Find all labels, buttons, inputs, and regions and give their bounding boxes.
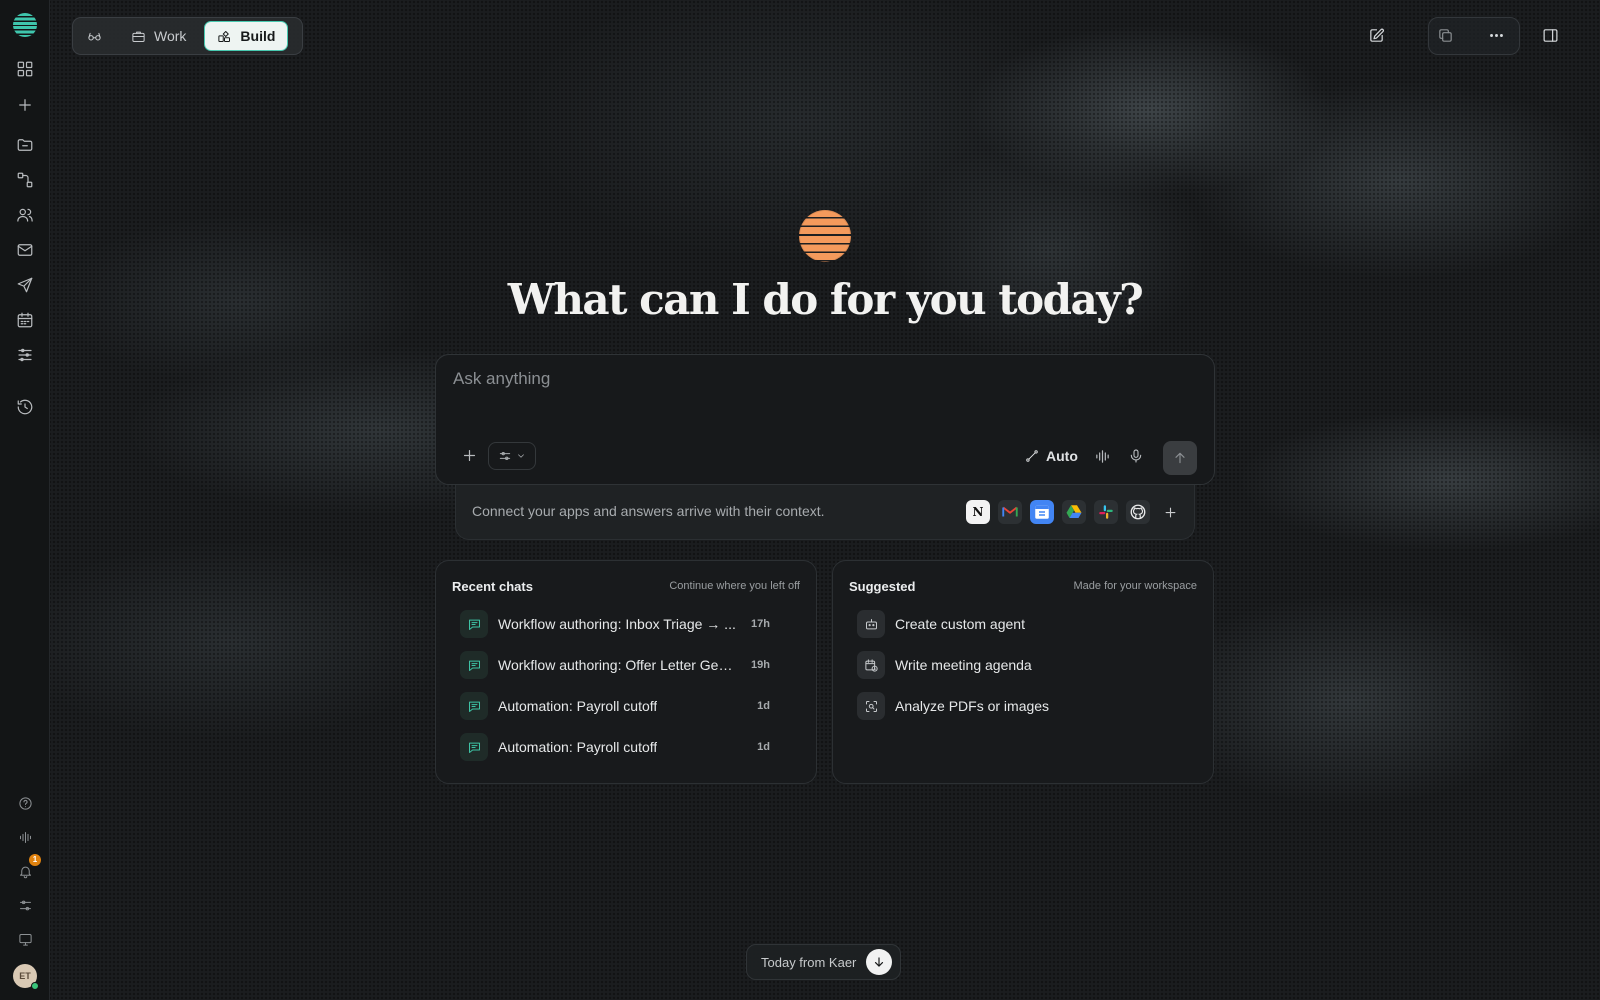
- recent-chats-title: Recent chats: [452, 579, 533, 594]
- plus-icon: [463, 449, 475, 461]
- monitor-icon[interactable]: [13, 927, 37, 951]
- assistant-globe-logo: [799, 210, 851, 262]
- recent-chat-label: Automation: Payroll cutoff: [498, 739, 658, 755]
- recent-chat-item[interactable]: Workflow authoring: Inbox Triage → ... 1…: [460, 609, 800, 639]
- attach-plus-button[interactable]: [458, 444, 480, 466]
- recent-chat-item[interactable]: Automation: Payroll cutoff 1d: [460, 732, 800, 762]
- suggested-title: Suggested: [849, 579, 916, 594]
- recent-chat-time: 1d: [757, 741, 770, 753]
- notification-badge: 1: [29, 854, 41, 866]
- chat-bubble-icon: [460, 610, 488, 638]
- mode-build[interactable]: Build: [204, 21, 289, 51]
- voice-wave-icon[interactable]: [13, 825, 37, 849]
- recent-chat-item[interactable]: Automation: Payroll cutoff 1d: [460, 691, 800, 721]
- recent-chats-subtitle: Continue where you left off: [669, 580, 800, 592]
- today-from-kaer-button[interactable]: Today from Kaer: [746, 944, 901, 980]
- chat-composer: Auto: [435, 354, 1215, 485]
- scan-icon: [857, 692, 885, 720]
- recent-chat-label: Automation: Payroll cutoff: [498, 698, 658, 714]
- chat-bubble-icon: [460, 692, 488, 720]
- chat-bubble-icon: [460, 651, 488, 679]
- google-drive-icon[interactable]: [1062, 500, 1086, 524]
- prompt-input[interactable]: [453, 369, 1193, 409]
- toggle-sidebar-icon[interactable]: [1532, 17, 1568, 53]
- suggestion-write-meeting-agenda[interactable]: Write meeting agenda: [857, 650, 1197, 680]
- connect-apps-banner: Connect your apps and answers arrive wit…: [455, 482, 1195, 540]
- robot-icon: [857, 610, 885, 638]
- tools-dropdown[interactable]: [488, 442, 536, 470]
- mode-work[interactable]: Work: [119, 21, 198, 51]
- avatar-initials: ET: [19, 971, 31, 981]
- suggested-subtitle: Made for your workspace: [1073, 580, 1198, 592]
- calendar-icon[interactable]: [13, 308, 37, 332]
- mode-switcher: Work Build: [72, 17, 303, 55]
- voice-mode-icon[interactable]: [1090, 444, 1114, 468]
- recent-chats-card: Recent chats Continue where you left off…: [435, 560, 817, 784]
- app-logo[interactable]: [13, 13, 37, 37]
- settings-sliders-icon[interactable]: [13, 893, 37, 917]
- suggestion-label: Analyze PDFs or images: [895, 698, 1050, 714]
- suggestion-analyze-pdfs-images[interactable]: Analyze PDFs or images: [857, 691, 1197, 721]
- arrow-down-icon: [866, 949, 893, 975]
- mode-work-label: Work: [154, 28, 187, 44]
- tune-icon: [499, 452, 511, 460]
- more-options-icon[interactable]: [1478, 17, 1514, 53]
- model-mode-selector[interactable]: Auto: [1025, 444, 1078, 468]
- arrow-up-icon: [1175, 452, 1185, 464]
- calendar-clock-icon: [857, 651, 885, 679]
- workflow-icon[interactable]: [13, 168, 37, 192]
- bell-icon[interactable]: 1: [13, 854, 41, 883]
- compose-edit-icon[interactable]: [1358, 17, 1394, 53]
- dashboard-icon[interactable]: [13, 57, 37, 81]
- briefcase-icon: [132, 31, 145, 42]
- suggested-card: Suggested Made for your workspace Create…: [832, 560, 1214, 784]
- chat-bubble-icon: [460, 733, 488, 761]
- slack-icon[interactable]: [1094, 500, 1118, 524]
- microphone-icon[interactable]: [1124, 444, 1148, 468]
- notion-icon[interactable]: N: [966, 500, 990, 524]
- route-icon: [1026, 450, 1038, 462]
- add-app-plus-icon[interactable]: [1158, 500, 1182, 524]
- glasses-icon: [88, 32, 101, 40]
- folder-icon[interactable]: [13, 133, 37, 157]
- google-calendar-icon[interactable]: [1030, 500, 1054, 524]
- people-icon[interactable]: [13, 203, 37, 227]
- new-chat-plus-icon[interactable]: [13, 93, 37, 117]
- suggestion-label: Create custom agent: [895, 616, 1025, 632]
- suggestion-create-custom-agent[interactable]: Create custom agent: [857, 609, 1197, 639]
- mode-glasses[interactable]: [76, 21, 113, 51]
- recent-chat-item[interactable]: Workflow authoring: Offer Letter Gen... …: [460, 650, 800, 680]
- connect-apps-text: Connect your apps and answers arrive wit…: [472, 503, 825, 519]
- recent-chat-label: Workflow authoring: Offer Letter Gen...: [498, 657, 736, 673]
- sliders-icon[interactable]: [13, 343, 37, 367]
- mode-build-label: Build: [240, 28, 276, 44]
- user-avatar[interactable]: ET: [13, 964, 39, 990]
- page-title: What can I do for you today?: [507, 275, 1144, 324]
- model-mode-label: Auto: [1046, 448, 1078, 464]
- recent-chat-time: 1d: [757, 700, 770, 712]
- send-icon[interactable]: [13, 273, 37, 297]
- history-icon[interactable]: [13, 395, 37, 419]
- gmail-icon[interactable]: [998, 500, 1022, 524]
- copy-window-icon[interactable]: [1427, 17, 1463, 53]
- help-icon[interactable]: [13, 791, 37, 815]
- mail-icon[interactable]: [13, 238, 37, 262]
- left-rail: 1 ET: [0, 0, 50, 1000]
- chevron-down-icon: [518, 454, 524, 458]
- suggestion-label: Write meeting agenda: [895, 657, 1032, 673]
- github-icon[interactable]: [1126, 500, 1150, 524]
- recent-chat-label: Workflow authoring: Inbox Triage → ...: [498, 616, 736, 632]
- recent-chat-time: 19h: [751, 659, 770, 671]
- recent-chat-time: 17h: [751, 618, 770, 630]
- build-blocks-icon: [218, 30, 231, 42]
- send-button[interactable]: [1163, 441, 1197, 475]
- online-status-dot: [31, 982, 39, 990]
- today-label: Today from Kaer: [761, 954, 857, 970]
